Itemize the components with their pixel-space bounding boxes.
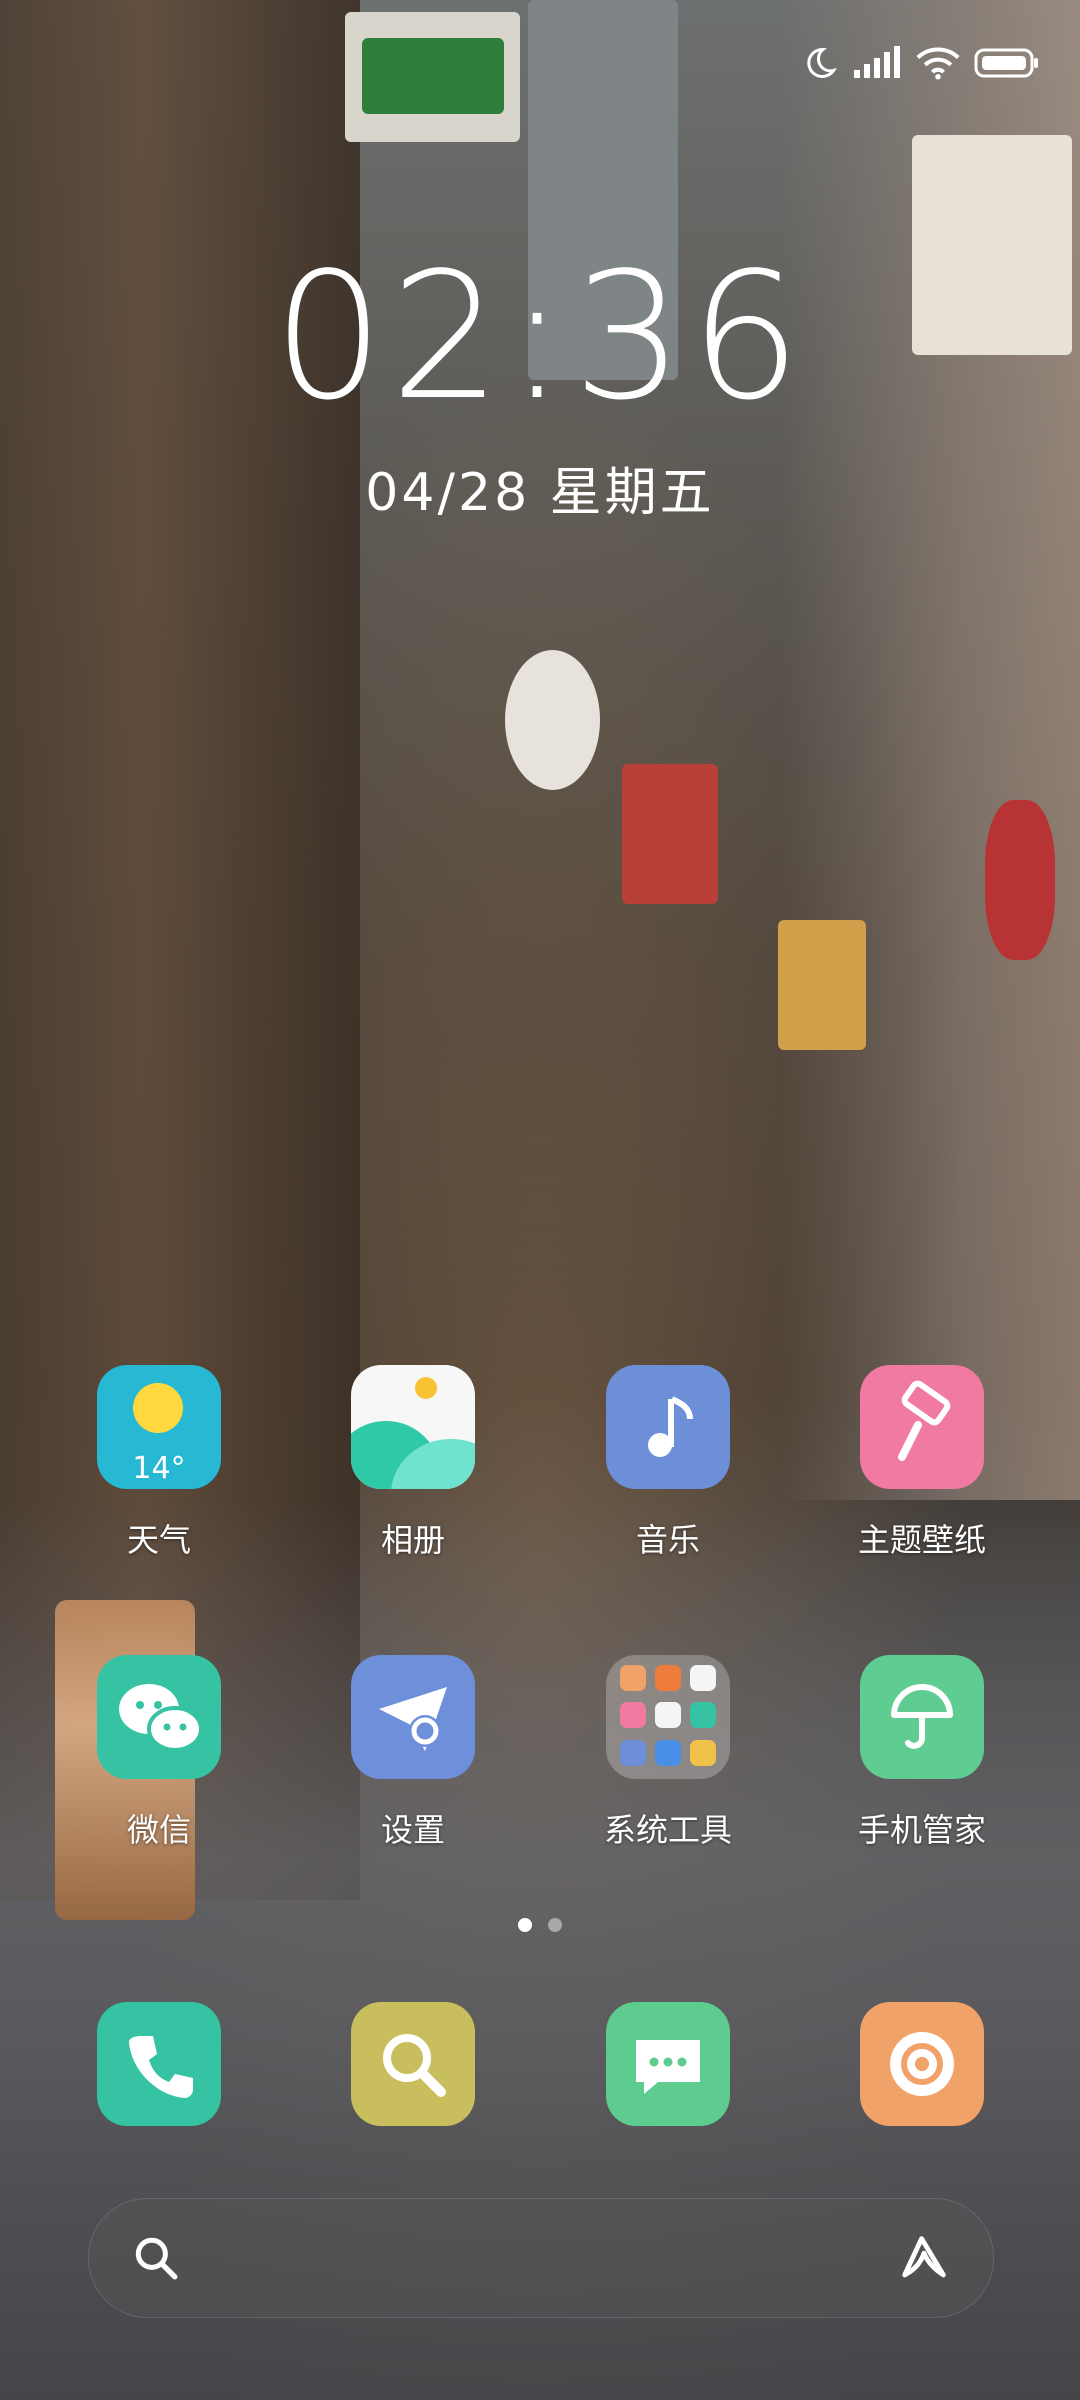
app-theme[interactable]: 主题壁纸 bbox=[817, 1365, 1027, 1561]
page-dot-active[interactable] bbox=[518, 1918, 532, 1932]
app-label: 相册 bbox=[380, 1521, 445, 1559]
app-gallery[interactable]: 相册 bbox=[308, 1365, 518, 1561]
wallpaper-sign bbox=[778, 920, 866, 1050]
music-icon bbox=[606, 1365, 730, 1489]
camera-icon[interactable] bbox=[860, 2002, 984, 2126]
moon-icon bbox=[802, 45, 838, 81]
clock-date: 04/28 星期五 bbox=[365, 463, 715, 523]
app-label: 微信 bbox=[126, 1811, 191, 1849]
wechat-icon bbox=[97, 1655, 221, 1779]
phone-icon[interactable] bbox=[97, 2002, 221, 2126]
wifi-icon bbox=[916, 46, 960, 80]
weather-temperature: 14° bbox=[132, 1451, 186, 1486]
app-security[interactable]: 手机管家 bbox=[817, 1655, 1027, 1851]
assistant-icon[interactable] bbox=[895, 2229, 953, 2291]
folder-icon bbox=[606, 1655, 730, 1779]
battery-icon bbox=[974, 46, 1040, 80]
wallpaper-sign bbox=[622, 764, 718, 904]
clock-time: 02:36 bbox=[272, 236, 808, 439]
page-dot[interactable] bbox=[548, 1918, 562, 1932]
app-settings[interactable]: 设置 bbox=[308, 1655, 518, 1851]
gallery-icon bbox=[351, 1365, 475, 1489]
app-weather[interactable]: 14° 天气 bbox=[54, 1365, 264, 1561]
app-label: 天气 bbox=[126, 1521, 191, 1559]
status-bar bbox=[802, 45, 1040, 81]
wallpaper-lantern bbox=[985, 800, 1055, 960]
app-label: 手机管家 bbox=[857, 1811, 986, 1849]
theme-icon bbox=[860, 1365, 984, 1489]
settings-icon bbox=[351, 1655, 475, 1779]
search-icon[interactable] bbox=[131, 2233, 181, 2287]
weather-icon: 14° bbox=[97, 1365, 221, 1489]
app-label: 音乐 bbox=[635, 1521, 700, 1559]
app-folder-system-tools[interactable]: 系统工具 bbox=[563, 1655, 773, 1851]
wallpaper-sign bbox=[362, 38, 504, 114]
wallpaper-sign bbox=[505, 650, 600, 790]
page-indicator bbox=[0, 1918, 1080, 1932]
browser-search-icon[interactable] bbox=[351, 2002, 475, 2126]
app-label: 主题壁纸 bbox=[857, 1521, 986, 1559]
global-search-bar[interactable] bbox=[88, 2198, 994, 2318]
app-label: 设置 bbox=[380, 1811, 445, 1849]
app-music[interactable]: 音乐 bbox=[563, 1365, 773, 1561]
app-wechat[interactable]: 微信 bbox=[54, 1655, 264, 1851]
security-icon bbox=[860, 1655, 984, 1779]
messages-icon[interactable] bbox=[606, 2002, 730, 2126]
folder-preview bbox=[620, 1665, 716, 1769]
signal-icon bbox=[852, 46, 902, 80]
app-label: 系统工具 bbox=[603, 1811, 732, 1849]
